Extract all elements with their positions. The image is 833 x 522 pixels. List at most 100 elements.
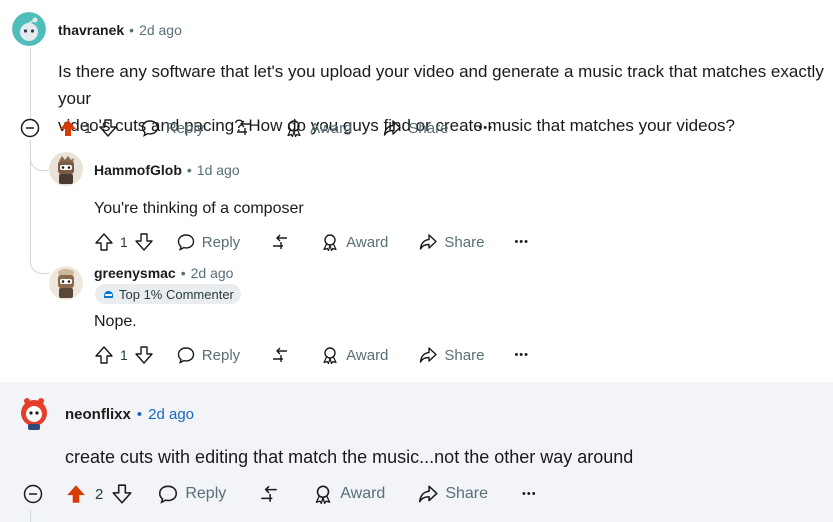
vote-count: 1	[84, 120, 92, 136]
more-options-icon: •••	[514, 236, 529, 248]
timestamp[interactable]: 2d ago	[191, 265, 234, 281]
award-icon	[323, 347, 337, 365]
upvote-icon	[95, 346, 113, 364]
vote-count: 1	[120, 234, 128, 250]
comment-actions: 2 Reply Award Share •••	[65, 482, 537, 506]
downvote-icon	[99, 119, 117, 137]
reply-button[interactable]: Reply	[140, 118, 204, 138]
more-options-button[interactable]: •••	[478, 122, 493, 134]
award-button[interactable]: Award	[320, 232, 388, 252]
downvote-button[interactable]	[134, 232, 154, 252]
more-options-button[interactable]: •••	[514, 349, 529, 361]
timestamp[interactable]: 1d ago	[197, 162, 240, 178]
comment-text-line: Is there any software that let's you upl…	[58, 62, 824, 108]
downvote-icon	[135, 233, 153, 251]
more-options-button[interactable]: •••	[522, 488, 537, 500]
more-options-icon: •••	[514, 349, 529, 361]
comment-text: Nope.	[94, 313, 137, 330]
downvote-button[interactable]	[134, 345, 154, 365]
reply-label: Reply	[201, 346, 241, 364]
avatar[interactable]	[14, 392, 54, 432]
share-label: Share	[444, 233, 485, 251]
repost-button[interactable]	[270, 345, 290, 365]
upvote-filled-icon	[60, 120, 76, 136]
reply-icon	[159, 485, 178, 504]
award-button[interactable]: Award	[320, 345, 388, 365]
top-commenter-badge[interactable]: Top 1% Commenter	[95, 284, 241, 304]
username[interactable]: thavranek	[58, 22, 124, 38]
share-label: Share	[408, 119, 449, 137]
repost-icon	[237, 120, 252, 135]
more-options-button[interactable]: •••	[514, 236, 529, 248]
award-icon	[315, 485, 331, 505]
share-button[interactable]: Share	[418, 232, 484, 252]
thread-line	[30, 48, 31, 120]
reply-icon	[141, 120, 158, 137]
reply-label: Reply	[201, 233, 241, 251]
more-options-icon: •••	[522, 488, 537, 500]
share-icon	[420, 347, 438, 363]
badge-label: Top 1% Commenter	[119, 286, 234, 302]
comment-text: You're thinking of a composer	[94, 200, 304, 217]
username[interactable]: HammofGlob	[94, 162, 182, 178]
downvote-button[interactable]	[111, 483, 133, 505]
share-button[interactable]: Share	[382, 118, 448, 138]
avatar[interactable]	[49, 266, 83, 300]
thread-branch	[30, 150, 49, 171]
reply-icon	[177, 347, 194, 364]
upvote-button[interactable]	[94, 232, 114, 252]
collapse-button[interactable]	[22, 483, 44, 510]
share-button[interactable]: Share	[417, 483, 488, 505]
thread-line	[30, 510, 31, 522]
commenter-badge-icon	[104, 290, 113, 298]
upvote-button[interactable]	[58, 118, 78, 138]
share-label: Share	[444, 346, 485, 364]
more-options-icon: •••	[478, 122, 493, 134]
comment-header: neonflixx • 2d ago	[65, 403, 194, 425]
award-label: Award	[346, 346, 389, 364]
repost-icon	[261, 485, 277, 502]
username[interactable]: neonflixx	[65, 406, 131, 423]
share-icon	[420, 234, 438, 250]
repost-icon	[273, 347, 288, 362]
reply-icon	[177, 234, 194, 251]
share-icon	[419, 485, 438, 503]
avatar[interactable]	[49, 152, 83, 186]
share-button[interactable]: Share	[418, 345, 484, 365]
separator: •	[186, 162, 192, 178]
upvote-filled-icon	[67, 485, 85, 503]
downvote-icon	[135, 346, 153, 364]
collapse-icon	[23, 484, 43, 504]
timestamp[interactable]: 2d ago	[148, 406, 194, 423]
upvote-button[interactable]	[94, 345, 114, 365]
vote-count: 1	[120, 347, 128, 363]
reply-button[interactable]: Reply	[157, 483, 226, 505]
award-label: Award	[310, 119, 353, 137]
reply-button[interactable]: Reply	[176, 232, 240, 252]
award-icon	[287, 120, 301, 138]
comment-actions: 1 Reply Award Share •••	[58, 116, 493, 140]
upvote-button[interactable]	[65, 483, 87, 505]
username[interactable]: greenysmac	[94, 265, 176, 281]
avatar[interactable]	[12, 12, 46, 46]
reply-label: Reply	[165, 119, 205, 137]
timestamp[interactable]: 2d ago	[139, 22, 182, 38]
reply-label: Reply	[185, 485, 227, 502]
separator: •	[129, 22, 135, 38]
collapse-button[interactable]	[19, 117, 41, 144]
share-label: Share	[445, 485, 489, 502]
repost-button[interactable]	[234, 118, 254, 138]
repost-button[interactable]	[258, 483, 280, 505]
reply-button[interactable]: Reply	[176, 345, 240, 365]
comment-header: HammofGlob • 1d ago	[94, 160, 240, 180]
award-icon	[323, 234, 337, 252]
separator: •	[136, 405, 143, 423]
vote-count: 2	[95, 485, 104, 503]
upvote-icon	[95, 233, 113, 251]
award-button[interactable]: Award	[312, 483, 385, 505]
collapse-icon	[20, 118, 40, 138]
award-button[interactable]: Award	[284, 118, 352, 138]
downvote-button[interactable]	[98, 118, 118, 138]
repost-button[interactable]	[270, 232, 290, 252]
comment-actions: 1 Reply Award Share •••	[94, 230, 529, 254]
